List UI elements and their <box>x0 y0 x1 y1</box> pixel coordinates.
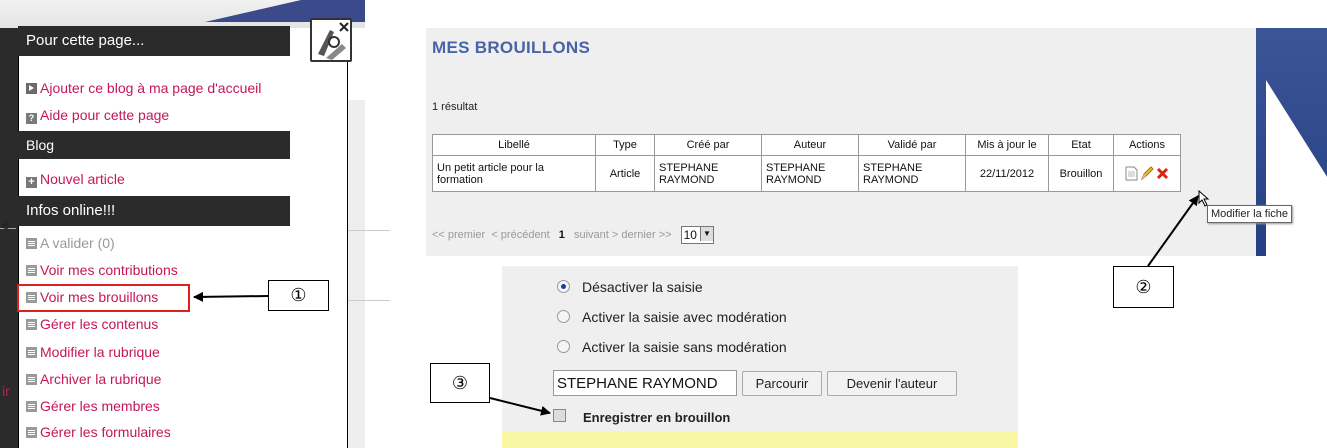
delete-icon[interactable] <box>1156 167 1169 180</box>
radio-button[interactable] <box>557 280 570 293</box>
menu-item-contributions[interactable]: Voir mes contributions <box>26 259 178 281</box>
document-icon <box>26 427 37 438</box>
menu-item-contenus[interactable]: Gérer les contenus <box>26 313 158 335</box>
chevron-down-icon: ▼ <box>699 227 713 241</box>
save-draft-label: Enregistrer en brouillon <box>583 410 731 425</box>
callout-two: ② <box>1113 266 1174 308</box>
column-header[interactable]: Mis à jour le <box>965 134 1049 156</box>
menu-header-infos: Infos online!!! <box>18 196 290 226</box>
page-title: MES BROUILLONS <box>432 38 591 57</box>
menu-item-modifier-rubrique[interactable]: Modifier la rubrique <box>26 341 160 363</box>
page-size-select[interactable]: 10 ▼ <box>680 226 714 244</box>
cell-type: Article <box>595 155 655 192</box>
radio-desactiver[interactable]: Désactiver la saisie <box>557 279 703 295</box>
document-icon <box>26 238 37 249</box>
page-shadow <box>345 100 365 448</box>
callout-three: ③ <box>430 363 490 403</box>
plus-icon: + <box>26 177 37 188</box>
cell-mis-a-jour: 22/11/2012 <box>965 155 1049 192</box>
author-input[interactable]: STEPHANE RAYMOND <box>553 370 737 396</box>
divider <box>346 300 390 301</box>
column-header[interactable]: Auteur <box>761 134 859 156</box>
menu-item-help[interactable]: ? Aide pour cette page <box>26 104 169 126</box>
highlight-box <box>17 284 190 312</box>
save-draft-checkbox[interactable] <box>553 409 566 422</box>
pager-first[interactable]: << premier <box>432 229 485 241</box>
result-count: 1 résultat <box>432 101 478 113</box>
cell-valide-par: STEPHANE RAYMOND <box>858 155 966 192</box>
background-text: e <box>2 216 10 232</box>
form-footer-band <box>502 432 1018 448</box>
pager-next[interactable]: suivant > <box>574 229 618 241</box>
radio-sans-moderation[interactable]: Activer la saisie sans modération <box>557 339 787 355</box>
document-icon <box>26 374 37 385</box>
pager-last[interactable]: dernier >> <box>621 229 671 241</box>
document-icon <box>26 401 37 412</box>
cell-actions <box>1113 155 1181 192</box>
cell-libelle: Un petit article pour la formation <box>432 155 596 192</box>
pager-current: 1 <box>558 228 565 241</box>
radio-avec-moderation[interactable]: Activer la saisie avec modération <box>557 309 787 325</box>
menu-item-add-blog-home[interactable]: Ajouter ce blog à ma page d'accueil <box>26 77 261 99</box>
become-author-button[interactable]: Devenir l'auteur <box>827 371 957 396</box>
column-header[interactable]: Etat <box>1048 134 1114 156</box>
table-row: Un petit article pour la formation Artic… <box>432 155 1181 192</box>
pager-prev[interactable]: < précédent <box>491 229 549 241</box>
close-menu-button[interactable] <box>310 18 352 62</box>
menu-item-a-valider[interactable]: A valider (0) <box>26 232 115 254</box>
background-text: ir <box>2 383 10 399</box>
tools-close-icon <box>318 22 349 60</box>
column-header: Actions <box>1113 134 1181 156</box>
drafts-table: Libellé Type Créé par Auteur Validé par … <box>432 134 1181 192</box>
browse-button[interactable]: Parcourir <box>742 371 822 396</box>
column-header[interactable]: Type <box>595 134 655 156</box>
menu-header-page: Pour cette page... <box>18 26 290 56</box>
callout-one: ① <box>268 280 329 311</box>
document-icon <box>26 319 37 330</box>
help-icon: ? <box>26 113 37 124</box>
menu-item-formulaires[interactable]: Gérer les formulaires <box>26 421 171 443</box>
menu-header-blog: Blog <box>18 131 290 159</box>
cell-auteur: STEPHANE RAYMOND <box>761 155 859 192</box>
menu-item-archiver-rubrique[interactable]: Archiver la rubrique <box>26 368 161 390</box>
pagination: << premier < précédent 1 suivant > derni… <box>432 226 714 244</box>
column-header[interactable]: Validé par <box>858 134 966 156</box>
edit-pencil-icon[interactable] <box>1140 166 1154 181</box>
column-header[interactable]: Libellé <box>432 134 596 156</box>
view-document-icon[interactable] <box>1125 166 1138 181</box>
table-header-row: Libellé Type Créé par Auteur Validé par … <box>432 134 1181 156</box>
column-header[interactable]: Créé par <box>654 134 762 156</box>
cell-cree-par: STEPHANE RAYMOND <box>654 155 762 192</box>
menu-item-membres[interactable]: Gérer les membres <box>26 395 160 417</box>
radio-button[interactable] <box>557 340 570 353</box>
divider <box>346 230 390 231</box>
radio-button[interactable] <box>557 310 570 323</box>
tooltip: Modifier la fiche <box>1207 205 1293 223</box>
menu-item-new-article[interactable]: + Nouvel article <box>26 168 125 190</box>
document-icon <box>26 347 37 358</box>
play-icon <box>26 83 37 94</box>
cell-etat: Brouillon <box>1048 155 1114 192</box>
document-icon <box>26 265 37 276</box>
